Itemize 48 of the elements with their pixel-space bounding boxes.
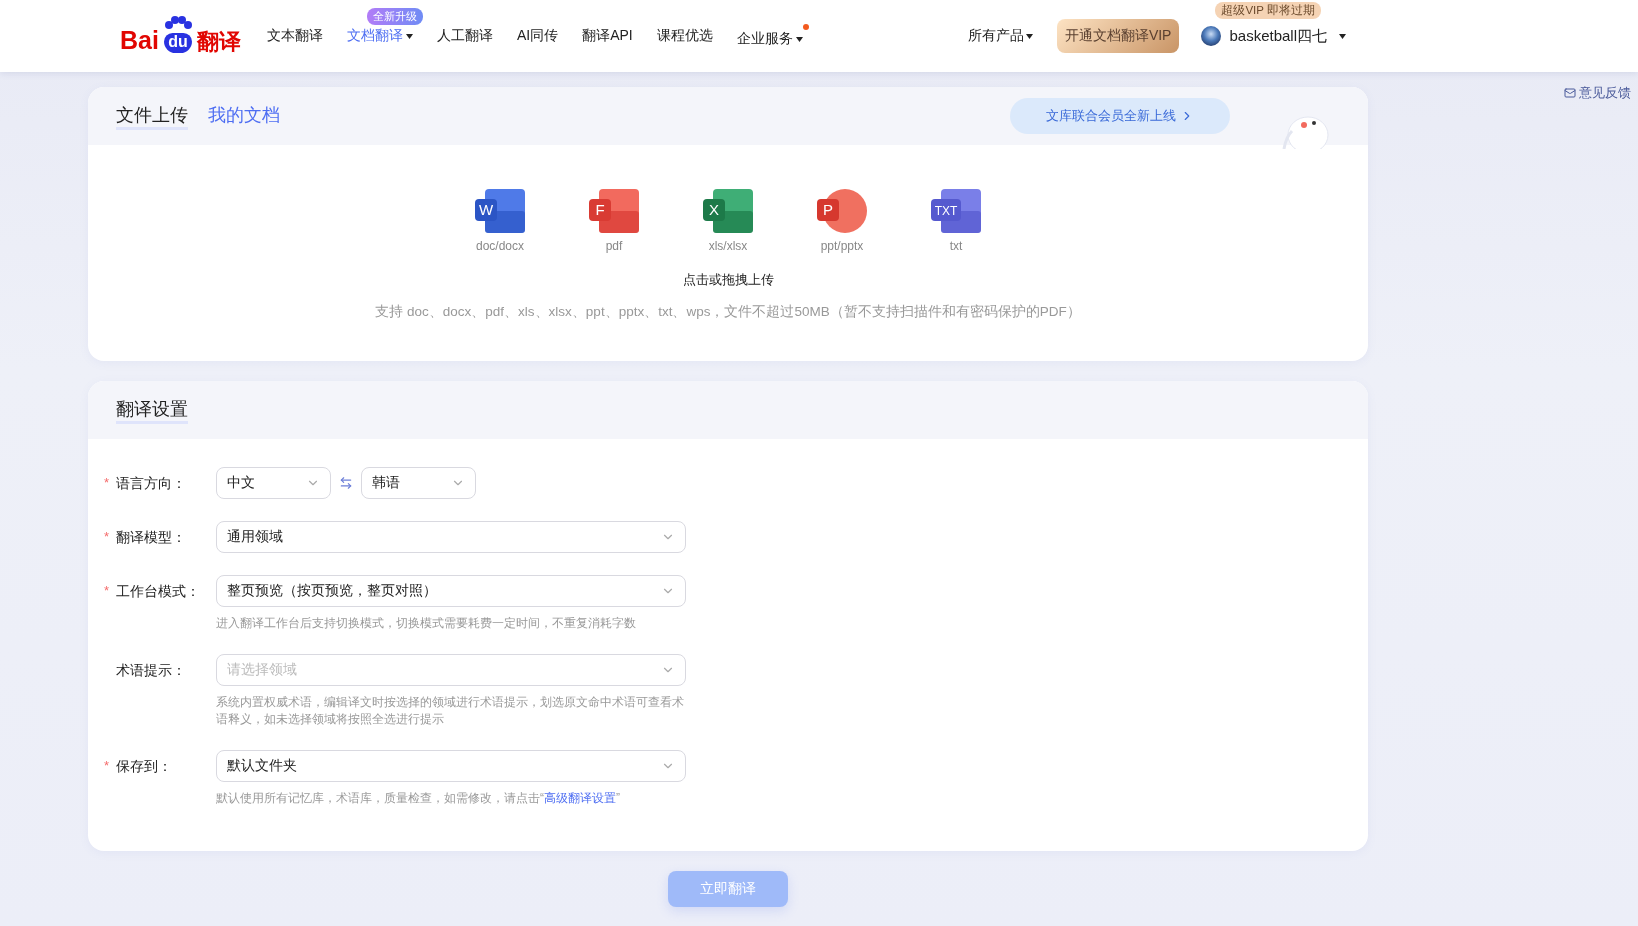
nav-link[interactable]: 企业服务 [736,24,809,48]
field-label: 工作台模式： [116,582,201,601]
swap-icon[interactable] [339,476,353,490]
select-field[interactable]: 默认文件夹 [216,750,686,782]
feedback-link[interactable]: 意见反馈 [1564,84,1631,102]
required-mark: * [104,582,111,600]
help-text: 系统内置权威术语，编辑译文时按选择的领域进行术语提示，划选原文命中术语可查看术语释义，如未选择领域将按照全选进行提示 [216,694,685,728]
mail-icon [1564,87,1576,99]
advanced-settings-link[interactable]: 高级翻译设置 [544,791,616,805]
help-text: 进入翻译工作台后支持切换模式，切换模式需要耗费一定时间，不重复消耗字数 [216,615,637,632]
field-label: 语言方向： [116,474,187,493]
format-label: ppt/pptx [820,239,864,253]
tab[interactable]: 文件上传 [116,102,188,130]
select-field[interactable]: 整页预览（按页预览，整页对照） [216,575,686,607]
caret-icon [1339,33,1346,39]
format-note: 支持 doc、docx、pdf、xls、xlsx、ppt、pptx、txt、wps，文件不超过50MB（暂不支持扫描件和有密码保护的PDF） [375,303,1081,321]
user-menu[interactable]: basketball四七 [1229,26,1346,46]
field-label: 翻译模型： [116,528,187,547]
nav-link[interactable]: 课程优选 [656,27,713,45]
source-language-select[interactable]: 中文 [216,467,331,499]
format-label: txt [949,239,963,253]
settings-title: 翻译设置 [116,396,188,424]
vip-badge: 超级VIP 即将过期 [1215,2,1321,19]
caret-icon [1025,33,1033,39]
vip-button[interactable]: 开通文档翻译VIP [1056,19,1180,53]
products-menu[interactable]: 所有产品 [967,27,1033,45]
required-mark: * [104,474,111,492]
nav-link[interactable]: 文档翻译 [346,27,413,45]
select-field[interactable]: 通用领域 [216,521,686,553]
format-label: doc/docx [476,239,524,253]
new-badge: 全新升级 [366,8,423,25]
help-text: 默认使用所有记忆库，术语库，质量检查，如需修改，请点击“高级翻译设置” [216,790,621,807]
nav-link[interactable]: 文本翻译 [266,27,323,45]
target-language-select[interactable]: 韩语 [361,467,476,499]
nav-link[interactable]: 人工翻译 [436,27,493,45]
avatar[interactable] [1201,26,1222,46]
required-mark: * [104,757,111,775]
baidu-logo[interactable]: Bai du 翻译 [120,19,241,53]
field-label: 保存到： [116,757,173,776]
nav-link[interactable]: AI同传 [516,27,559,45]
format-label: pdf [605,239,623,253]
field-label: 术语提示： [116,661,187,680]
tab[interactable]: 我的文档 [208,102,280,130]
nav-link[interactable]: 翻译API [582,27,633,45]
promo-link[interactable]: 文库联合会员全新上线 [1010,98,1230,134]
upload-hint[interactable]: 点击或拖拽上传 [682,271,774,289]
required-mark: * [104,528,111,546]
format-label: xls/xlsx [708,239,748,253]
